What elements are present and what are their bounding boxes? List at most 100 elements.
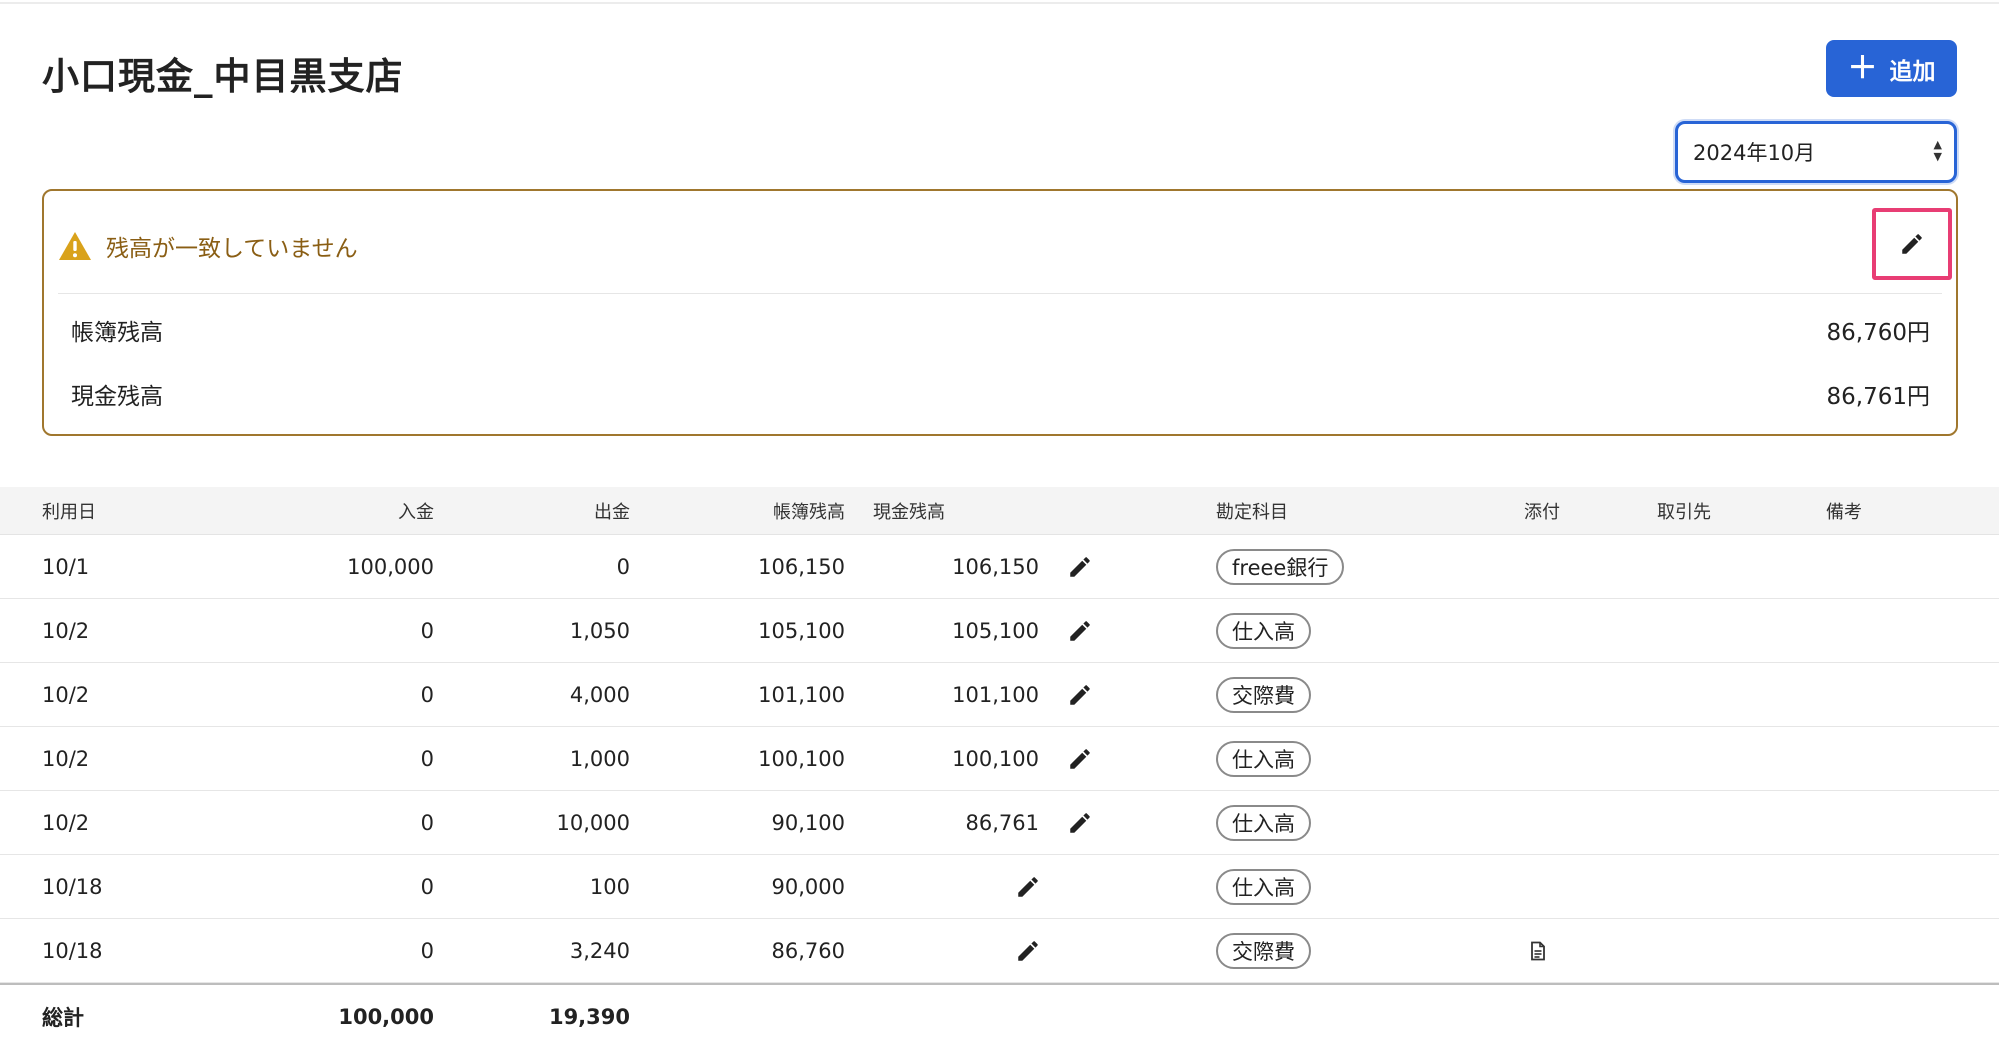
cell-deposit: 0 [420,874,434,899]
petty-cash-page: 小口現金_中目黒支店 ＋ 追加 2024年10月 ▲ ▼ 残高が一致していません … [0,0,1999,1045]
edit-cash-balance-button[interactable] [1065,791,1095,854]
month-select[interactable]: 2024年10月 ▲ ▼ [1675,121,1957,183]
cell-book-balance: 90,000 [771,874,845,899]
document-icon [1531,941,1545,960]
header-attachment: 添付 [1524,501,1560,523]
cell-deposit: 0 [420,746,434,771]
cell-book-balance: 90,100 [771,810,845,835]
cash-balance-value: 86,761円 [1826,384,1930,410]
pencil-icon [1070,684,1090,705]
table-row[interactable]: 10/18 0 100 90,000 仕入高 [0,855,1999,919]
edit-cash-balance-button[interactable] [1013,919,1043,982]
cell-date: 10/2 [42,746,90,771]
account-tag[interactable]: 仕入高 [1216,740,1311,777]
account-tag[interactable]: freee銀行 [1216,548,1345,585]
pencil-icon [1070,812,1090,833]
header-memo: 備考 [1826,501,1862,523]
edit-cash-balance-button[interactable] [1065,663,1095,726]
cash-balance-row: 現金残高 86,761円 [71,377,1930,411]
table-header: 利用日 入金 出金 帳簿残高 現金残高 勘定科目 添付 取引先 備考 [0,487,1999,535]
cell-deposit: 0 [420,682,434,707]
cell-cash-balance: 86,761 [965,810,1039,835]
cell-date: 10/18 [42,874,103,899]
cell-book-balance: 86,760 [771,938,845,963]
header-withdrawal: 出金 [594,501,630,523]
cell-cash-balance: 101,100 [952,682,1039,707]
header-cash-balance: 現金残高 [873,501,945,523]
cell-date: 10/18 [42,938,103,963]
cell-account: 交際費 [1216,663,1311,726]
account-tag[interactable]: 交際費 [1216,932,1311,969]
cell-book-balance: 100,100 [758,746,845,771]
table-row[interactable]: 10/2 0 4,000 101,100 101,100 交際費 [0,663,1999,727]
alert-message: 残高が一致していません [106,236,358,262]
account-tag[interactable]: 交際費 [1216,676,1311,713]
top-border [0,2,1999,4]
add-button[interactable]: ＋ 追加 [1826,40,1957,97]
cell-withdrawal: 3,240 [569,938,630,963]
edit-cash-balance-button[interactable] [1065,727,1095,790]
cell-account: 仕入高 [1216,599,1311,662]
edit-cash-balance-button[interactable] [1065,535,1095,598]
edit-cash-balance-button[interactable] [1872,208,1952,280]
cell-deposit: 0 [420,618,434,643]
cell-deposit: 0 [420,810,434,835]
table-row[interactable]: 10/1 100,000 0 106,150 106,150 freee銀行 [0,535,1999,599]
cell-date: 10/1 [42,554,90,579]
account-tag[interactable]: 仕入高 [1216,804,1311,841]
alert-divider [58,293,1942,294]
pencil-icon [1902,234,1922,254]
cell-withdrawal: 1,000 [569,746,630,771]
totals-label: 総計 [42,1005,84,1030]
select-arrows-icon: ▲ ▼ [1933,138,1942,163]
table-totals-row: 総計 100,000 19,390 [0,983,1999,1048]
book-balance-value: 86,760円 [1826,320,1930,346]
pencil-icon [1070,556,1090,577]
cell-book-balance: 101,100 [758,682,845,707]
cell-withdrawal: 100 [589,874,630,899]
cell-date: 10/2 [42,810,90,835]
table-row[interactable]: 10/2 0 1,050 105,100 105,100 仕入高 [0,599,1999,663]
transactions-table: 利用日 入金 出金 帳簿残高 現金残高 勘定科目 添付 取引先 備考 10/1 1… [0,487,1999,1048]
cell-account: 仕入高 [1216,727,1311,790]
cell-book-balance: 106,150 [758,554,845,579]
cell-book-balance: 105,100 [758,618,845,643]
totals-deposit: 100,000 [338,1004,434,1029]
pencil-icon [1070,748,1090,769]
cell-deposit: 100,000 [347,554,434,579]
balance-mismatch-alert: 残高が一致していません 帳簿残高 86,760円 現金残高 86,761円 [42,189,1958,436]
cell-withdrawal: 1,050 [569,618,630,643]
cell-cash-balance: 100,100 [952,746,1039,771]
account-tag[interactable]: 仕入高 [1216,868,1311,905]
cell-account: 仕入高 [1216,791,1311,854]
table-row[interactable]: 10/2 0 10,000 90,100 86,761 仕入高 [0,791,1999,855]
warning-triangle-icon [59,232,91,260]
cell-withdrawal: 10,000 [556,810,630,835]
table-row[interactable]: 10/18 0 3,240 86,760 交際費 [0,919,1999,983]
header-account: 勘定科目 [1216,501,1288,523]
plus-icon: ＋ [1847,50,1878,86]
cell-cash-balance: 106,150 [952,554,1039,579]
cell-cash-balance: 105,100 [952,618,1039,643]
cell-date: 10/2 [42,618,90,643]
edit-cash-balance-button[interactable] [1065,599,1095,662]
add-button-label: 追加 [1889,58,1936,85]
cell-date: 10/2 [42,682,90,707]
header-partner: 取引先 [1657,501,1711,523]
table-body: 10/1 100,000 0 106,150 106,150 freee銀行 10/2 0 1,… [0,535,1999,983]
table-row[interactable]: 10/2 0 1,000 100,100 100,100 仕入高 [0,727,1999,791]
page-title: 小口現金_中目黒支店 [42,55,404,98]
book-balance-label: 帳簿残高 [71,320,163,346]
cell-account: 仕入高 [1216,855,1311,918]
cell-account: 交際費 [1216,919,1311,982]
header-book-balance: 帳簿残高 [773,501,845,523]
pencil-icon [1018,940,1038,961]
month-select-value: 2024年10月 [1693,141,1816,165]
cell-deposit: 0 [420,938,434,963]
book-balance-row: 帳簿残高 86,760円 [71,313,1930,347]
account-tag[interactable]: 仕入高 [1216,612,1311,649]
cash-balance-label: 現金残高 [71,384,163,410]
attachment-button[interactable] [1528,919,1548,982]
edit-cash-balance-button[interactable] [1013,855,1043,918]
pencil-icon [1070,620,1090,641]
